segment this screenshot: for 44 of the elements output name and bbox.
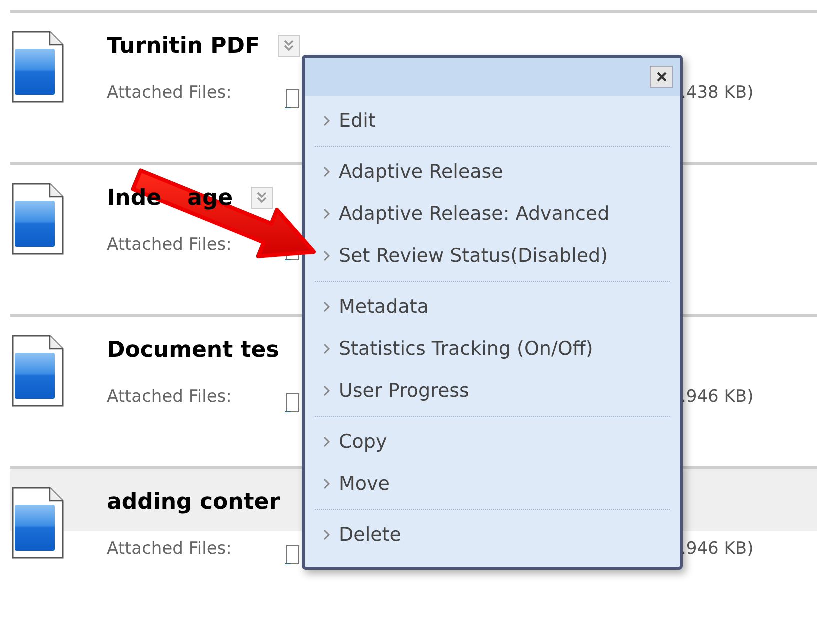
menu-item[interactable]: Adaptive Release [315, 151, 670, 193]
attached-files-label: Attached Files: [107, 539, 233, 559]
attached-files-label: Attached Files: [107, 387, 233, 407]
chevron-icon [323, 529, 331, 541]
menu-item[interactable]: Adaptive Release: Advanced [315, 193, 670, 235]
document-icon [12, 335, 64, 407]
menu-item[interactable]: Set Review Status(Disabled) [315, 235, 670, 277]
double-chevron-icon [282, 39, 296, 53]
menu-item[interactable]: User Progress [315, 370, 670, 412]
chevron-icon [323, 166, 331, 178]
attached-files-label: Attached Files: [107, 83, 233, 103]
menu-item[interactable]: Edit [315, 100, 670, 142]
chevron-icon [323, 208, 331, 220]
menu-item[interactable]: Move [315, 463, 670, 505]
chevron-icon [323, 436, 331, 448]
menu-item[interactable]: Metadata [315, 286, 670, 328]
file-size: .946 KB) [681, 539, 754, 559]
item-title[interactable]: adding conter [107, 490, 280, 514]
menu-item[interactable]: Delete [315, 514, 670, 556]
document-icon [12, 31, 64, 103]
file-size: .946 KB) [681, 387, 754, 407]
chevron-icon [323, 385, 331, 397]
attached-files-label: Attached Files: [107, 235, 233, 255]
close-button[interactable] [650, 66, 673, 88]
document-icon [12, 183, 64, 255]
menu-item[interactable]: Statistics Tracking (On/Off) [315, 328, 670, 370]
file-icon [285, 545, 301, 565]
chevron-icon [323, 478, 331, 490]
chevron-icon [323, 343, 331, 355]
chevron-icon [323, 115, 331, 127]
double-chevron-icon [255, 191, 270, 205]
chevron-icon [323, 301, 331, 313]
file-icon [285, 393, 301, 413]
chevron-icon [323, 250, 331, 262]
document-icon [12, 487, 64, 559]
item-title[interactable]: Document tes [107, 338, 280, 362]
item-title[interactable]: Turnitin PDF [107, 34, 260, 58]
item-title[interactable]: Inde [107, 186, 162, 210]
file-size: .438 KB) [681, 83, 754, 103]
menu-item[interactable]: Copy [315, 421, 670, 463]
close-icon [656, 71, 668, 83]
dropdown-button[interactable] [251, 187, 274, 209]
dropdown-button[interactable] [278, 35, 300, 57]
file-icon [285, 89, 301, 109]
